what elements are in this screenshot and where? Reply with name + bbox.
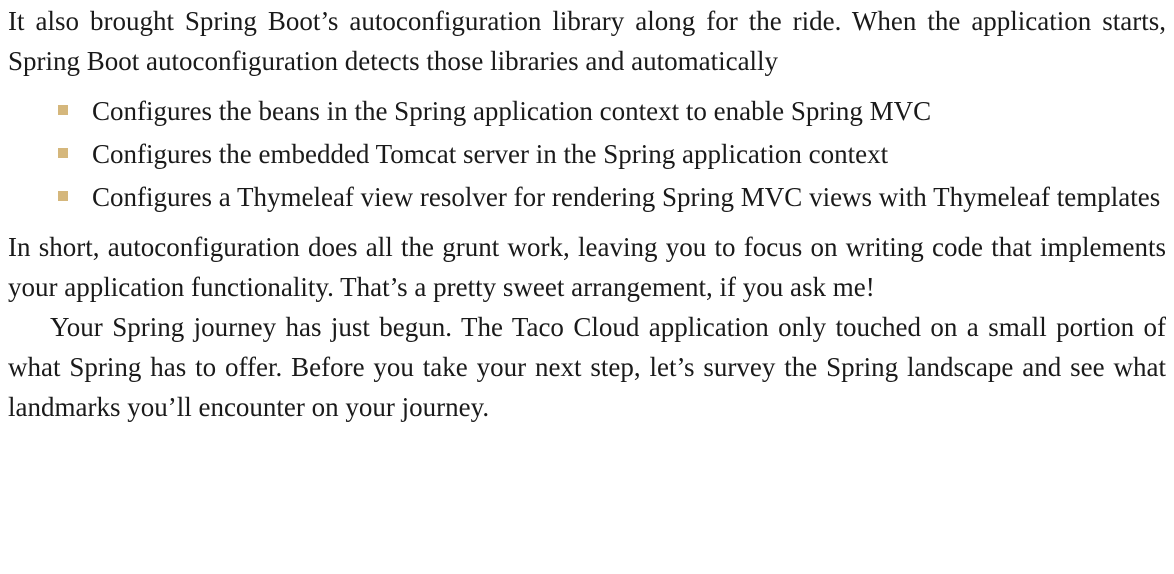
feature-bullet-list: Configures the beans in the Spring appli… [8,91,1166,217]
intro-paragraph: It also brought Spring Boot’s autoconfig… [8,6,1166,76]
list-item: Configures a Thymeleaf view resolver for… [58,177,1166,217]
document-page: It also brought Spring Boot’s autoconfig… [0,0,1174,427]
journey-paragraph: Your Spring journey has just begun. The … [8,312,1166,422]
list-item: Configures the beans in the Spring appli… [58,91,1166,131]
square-bullet-icon [58,105,68,115]
square-bullet-icon [58,148,68,158]
bullet-text: Configures the embedded Tomcat server in… [92,139,889,169]
bullet-text: Configures a Thymeleaf view resolver for… [92,182,1161,212]
list-item: Configures the embedded Tomcat server in… [58,134,1166,174]
summary-paragraph: In short, autoconfiguration does all the… [8,232,1166,302]
bullet-text: Configures the beans in the Spring appli… [92,96,932,126]
square-bullet-icon [58,191,68,201]
